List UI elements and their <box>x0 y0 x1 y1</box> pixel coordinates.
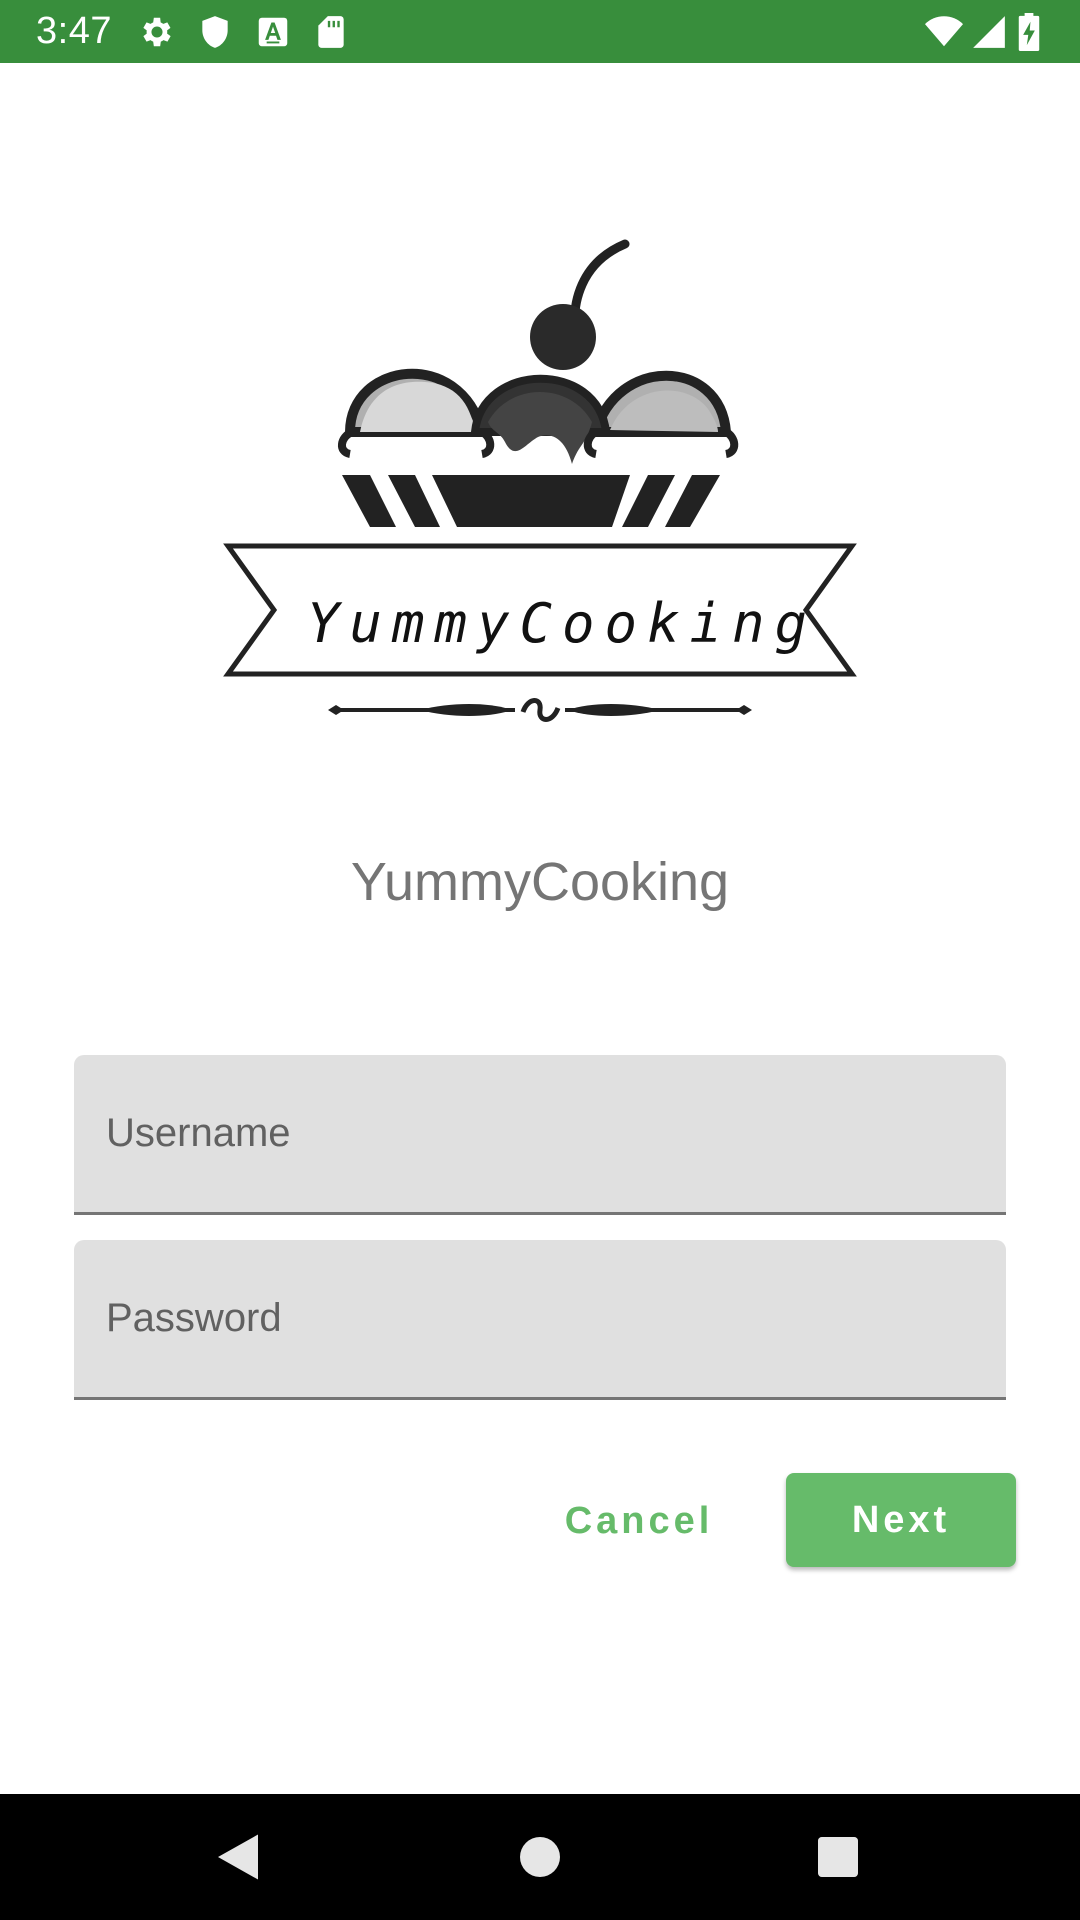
gear-icon <box>138 13 176 51</box>
wifi-icon <box>922 13 966 51</box>
signal-icon <box>970 13 1008 51</box>
password-field[interactable] <box>74 1240 1006 1400</box>
username-input[interactable] <box>74 1055 1006 1212</box>
cancel-button[interactable]: Cancel <box>548 1473 730 1569</box>
status-bar: 3:47 <box>0 0 1080 63</box>
home-icon[interactable] <box>510 1827 570 1887</box>
navigation-bar <box>0 1794 1080 1920</box>
app-title: YummyCooking <box>350 852 730 912</box>
battery-charging-icon <box>1014 13 1048 51</box>
password-input[interactable] <box>74 1240 1006 1397</box>
logo-text: YummyCooking <box>306 592 818 655</box>
recents-icon[interactable] <box>808 1827 868 1887</box>
next-button[interactable]: Next <box>786 1473 1016 1567</box>
username-field[interactable] <box>74 1055 1006 1215</box>
status-time: 3:47 <box>36 10 112 52</box>
sd-card-icon <box>312 13 350 51</box>
a-text-icon <box>254 13 292 51</box>
shield-icon <box>196 13 234 51</box>
app-logo: YummyCooking <box>220 232 860 732</box>
back-icon[interactable] <box>208 1827 268 1887</box>
